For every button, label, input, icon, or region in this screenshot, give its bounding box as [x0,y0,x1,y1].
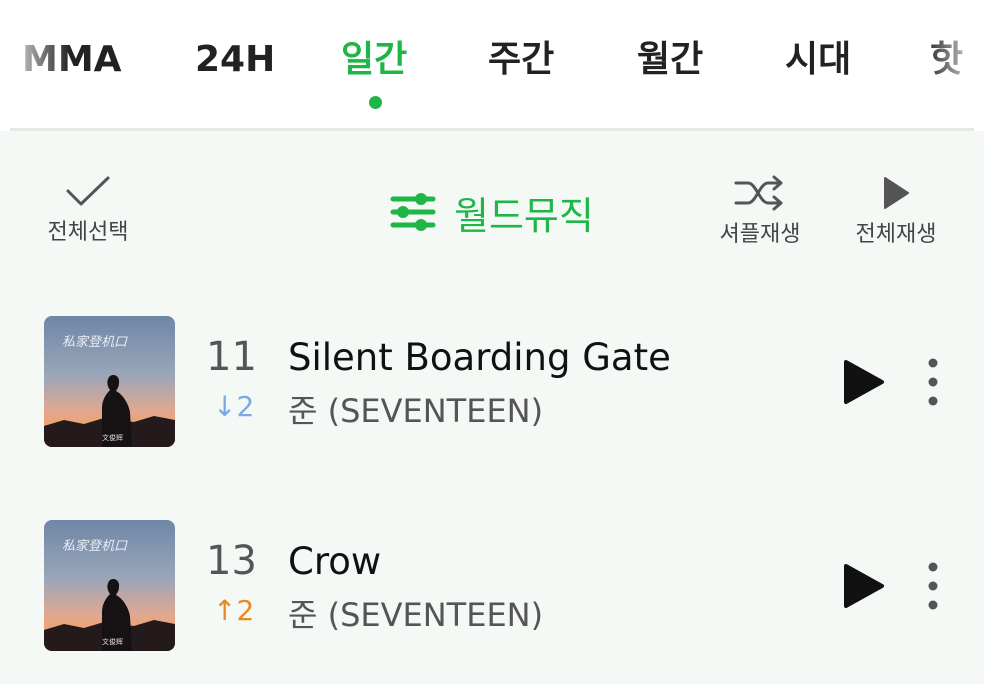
play-all-button[interactable]: 전체재생 [846,175,946,249]
album-cover[interactable]: 私家登机口 文俊辉 [44,520,175,651]
song-row[interactable]: 私家登机口 文俊辉 13 ↑2 Crow 준 (SEVENTEEN) [0,520,984,690]
cover-artist-text: 文俊辉 [102,433,123,442]
select-all-label: 전체선택 [47,220,129,245]
cover-artist-text: 文俊辉 [102,637,123,646]
tab-fade-right [924,20,984,110]
chart-panel: 전체선택 월드뮤직 셔플재생 전체재생 私家登机口 文俊辉 11 ↓2 Sile… [0,131,984,684]
rank-change-arrow-icon: ↑ [213,594,237,627]
shuffle-play-button[interactable]: 셔플재생 [710,175,810,249]
active-tab-indicator [369,96,382,109]
shuffle-icon [734,175,783,211]
tab-monthly[interactable]: 월간 [637,34,703,86]
album-art-image: 私家登机口 文俊辉 [44,520,175,651]
tab-daily[interactable]: 일간 [341,34,407,86]
chart-tabs: MMA 24H 일간 주간 월간 시대 핫 [0,0,984,128]
tab-24h[interactable]: 24H [195,34,275,86]
song-row[interactable]: 私家登机口 文俊辉 11 ↓2 Silent Boarding Gate 준 (… [0,316,984,486]
select-all-button[interactable]: 전체선택 [38,175,138,247]
genre-filter-button[interactable]: 월드뮤직 [390,186,594,238]
song-title[interactable]: Crow [288,538,381,586]
song-artist[interactable]: 준 (SEVENTEEN) [288,390,543,432]
play-icon[interactable] [840,358,886,406]
song-artist[interactable]: 준 (SEVENTEEN) [288,594,543,636]
genre-label: 월드뮤직 [454,193,594,238]
tab-weekly[interactable]: 주간 [488,34,554,86]
play-icon [884,177,909,209]
rank-number: 13 [206,538,257,584]
tab-fade-left [0,20,70,110]
more-options-icon[interactable] [920,356,946,408]
sliders-icon [390,193,436,231]
rank-change-value: 2 [236,390,255,423]
rank-number: 11 [206,334,257,380]
check-icon [66,176,110,206]
album-cover[interactable]: 私家登机口 文俊辉 [44,316,175,447]
song-title[interactable]: Silent Boarding Gate [288,334,671,382]
rank-change-arrow-icon: ↓ [213,390,237,423]
album-art-image: 私家登机口 文俊辉 [44,316,175,447]
play-icon[interactable] [840,562,886,610]
shuffle-play-label: 셔플재생 [719,222,801,247]
cover-script-text: 私家登机口 [62,538,128,554]
cover-script-text: 私家登机口 [62,334,128,350]
rank-change: ↑2 [213,594,254,628]
play-all-label: 전체재생 [855,222,937,247]
more-options-icon[interactable] [920,560,946,612]
tab-era[interactable]: 시대 [785,34,851,86]
rank-change: ↓2 [213,390,254,424]
rank-change-value: 2 [236,594,255,627]
